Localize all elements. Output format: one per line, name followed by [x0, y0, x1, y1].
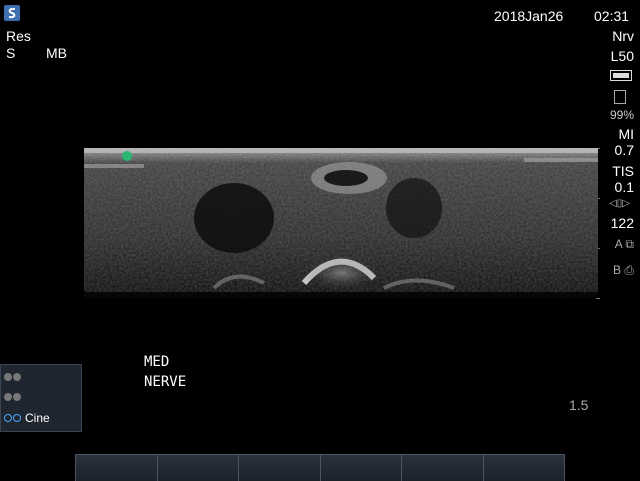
radio-dot-icon [13, 414, 21, 422]
orientation-marker-icon [122, 151, 132, 161]
key-b-label: B [613, 263, 622, 277]
tis-label: TIS [612, 163, 634, 179]
storage-percent: 99% [609, 108, 634, 122]
softkey-4[interactable] [319, 455, 401, 481]
cine-panel: Cine [0, 364, 82, 432]
tis-value: 0.1 [614, 179, 634, 195]
disk-icon [614, 90, 626, 104]
transducer-label: L50 [610, 48, 634, 64]
softkey-5[interactable] [401, 455, 483, 481]
battery-icon [610, 70, 632, 81]
softkey-3[interactable] [238, 455, 320, 481]
sonosite-logo-icon [4, 5, 20, 21]
mi-label: MI [618, 126, 634, 142]
softkey-bar [75, 454, 565, 481]
cine-frame-icon: ◁▯▷ [609, 198, 630, 209]
exam-type: Nrv [612, 28, 634, 44]
date-label: 2018Jan26 [494, 8, 564, 24]
radio-dot-icon [13, 393, 21, 401]
depth-value: 1.5 [569, 397, 589, 413]
radio-dot-icon [4, 414, 12, 422]
radio-dot-icon [4, 393, 12, 401]
cine-panel-item[interactable] [4, 388, 22, 406]
cine-panel-item[interactable]: Cine [4, 409, 50, 427]
annotation-med[interactable]: MED [144, 352, 169, 372]
cine-panel-item[interactable] [4, 368, 22, 386]
printer-icon: ⎙ [624, 263, 634, 277]
cine-label: Cine [25, 411, 50, 425]
softkey-2[interactable] [156, 455, 238, 481]
preset-label: Res [6, 28, 31, 44]
key-b-row[interactable]: B ⎙ [613, 263, 634, 278]
link-icon: ⧉ [625, 237, 634, 251]
radio-dot-icon [13, 373, 21, 381]
annotation-nerve[interactable]: NERVE [144, 372, 186, 392]
key-a-row[interactable]: A ⧉ [615, 237, 634, 252]
radio-dot-icon [4, 373, 12, 381]
mi-value: 0.7 [614, 142, 634, 158]
mode-mb-label: MB [46, 45, 67, 61]
time-label: 02:31 [594, 8, 630, 24]
depth-tick [596, 298, 600, 299]
key-a-label: A [614, 237, 623, 251]
frame-value: 122 [610, 215, 634, 231]
mode-s-label: S [6, 45, 16, 61]
softkey-6[interactable] [482, 455, 565, 481]
ultrasound-image[interactable] [84, 148, 598, 298]
softkey-1[interactable] [75, 455, 157, 481]
